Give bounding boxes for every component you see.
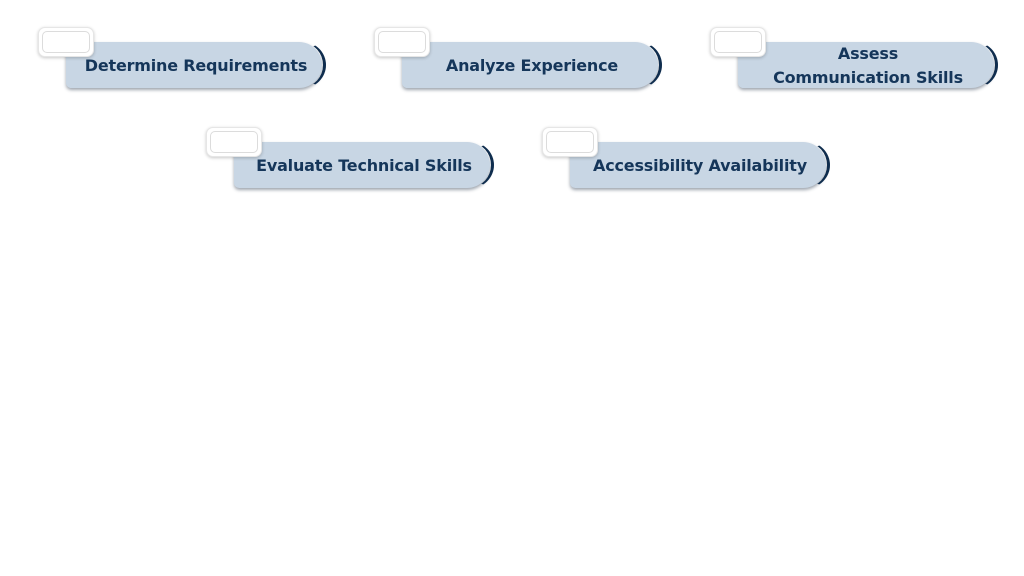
step-number-tag-inner [546, 131, 594, 153]
step-pill: Analyze Experience [402, 42, 662, 88]
step-pill: Assess Communication Skills [738, 42, 998, 88]
step-number-tag [206, 127, 262, 157]
step-label: Assess Communication Skills [773, 44, 963, 87]
step-number-tag-inner [378, 31, 426, 53]
step-pill: Evaluate Technical Skills [234, 142, 494, 188]
step-pill: Determine Requirements [66, 42, 326, 88]
step-number-tag [374, 27, 430, 57]
step-number-tag [542, 127, 598, 157]
step-accessibility-availability: Accessibility Availability [542, 127, 832, 191]
step-label: Analyze Experience [445, 56, 619, 75]
step-number-tag [38, 27, 94, 57]
step-label: Determine Requirements [84, 56, 308, 75]
step-analyze-experience: Analyze Experience [374, 27, 664, 91]
step-number-tag-inner [210, 131, 258, 153]
step-number-tag-inner [42, 31, 90, 53]
step-label: Accessibility Availability [593, 156, 807, 175]
step-label: Evaluate Technical Skills [256, 156, 472, 175]
step-determine-requirements: Determine Requirements [38, 27, 328, 91]
step-assess-communication-skills: Assess Communication Skills [710, 27, 1000, 91]
step-pill: Accessibility Availability [570, 142, 830, 188]
step-number-tag-inner [714, 31, 762, 53]
step-evaluate-technical-skills: Evaluate Technical Skills [206, 127, 496, 191]
step-number-tag [710, 27, 766, 57]
